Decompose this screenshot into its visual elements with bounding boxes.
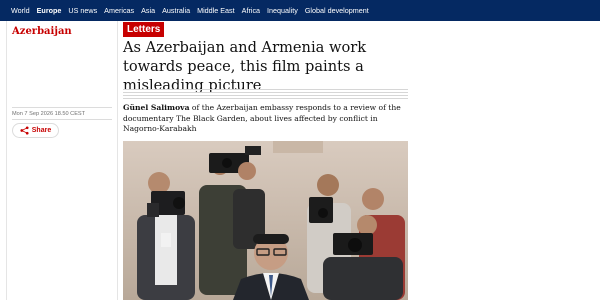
nav-item-world[interactable]: World	[11, 6, 30, 15]
nav-item-europe[interactable]: Europe	[37, 6, 62, 15]
letters-kicker[interactable]: Letters	[123, 22, 165, 37]
nav-item-asia[interactable]: Asia	[141, 6, 155, 15]
nav-item-us-news[interactable]: US news	[68, 6, 97, 15]
article-main-image	[123, 141, 408, 300]
share-label: Share	[31, 127, 52, 134]
column-divider	[117, 21, 118, 300]
nav-item-australia[interactable]: Australia	[162, 6, 190, 15]
column-divider	[6, 21, 7, 300]
meta-divider	[12, 107, 112, 108]
share-icon	[20, 126, 29, 135]
article-standfirst: Günel Salimova of the Azerbaijan embassy…	[123, 103, 408, 135]
nav-item-inequality[interactable]: Inequality	[267, 6, 298, 15]
section-link-azerbaijan[interactable]: Azerbaijan	[12, 26, 72, 37]
top-navigation: World Europe US news Americas Asia Austr…	[0, 0, 600, 21]
author-link[interactable]: Günel Salimova	[123, 103, 190, 112]
share-button[interactable]: Share	[12, 123, 59, 138]
meta-divider	[12, 119, 112, 120]
nav-item-middle-east[interactable]: Middle East	[197, 6, 235, 15]
article-dateline: Mon 7 Sep 2026 18.50 CEST	[12, 111, 86, 117]
article-headline: As Azerbaijan and Armenia work towards p…	[123, 39, 367, 94]
hatch-divider	[123, 89, 408, 101]
nav-item-americas[interactable]: Americas	[104, 6, 134, 15]
nav-item-africa[interactable]: Africa	[242, 6, 260, 15]
nav-item-global-development[interactable]: Global development	[305, 6, 369, 15]
